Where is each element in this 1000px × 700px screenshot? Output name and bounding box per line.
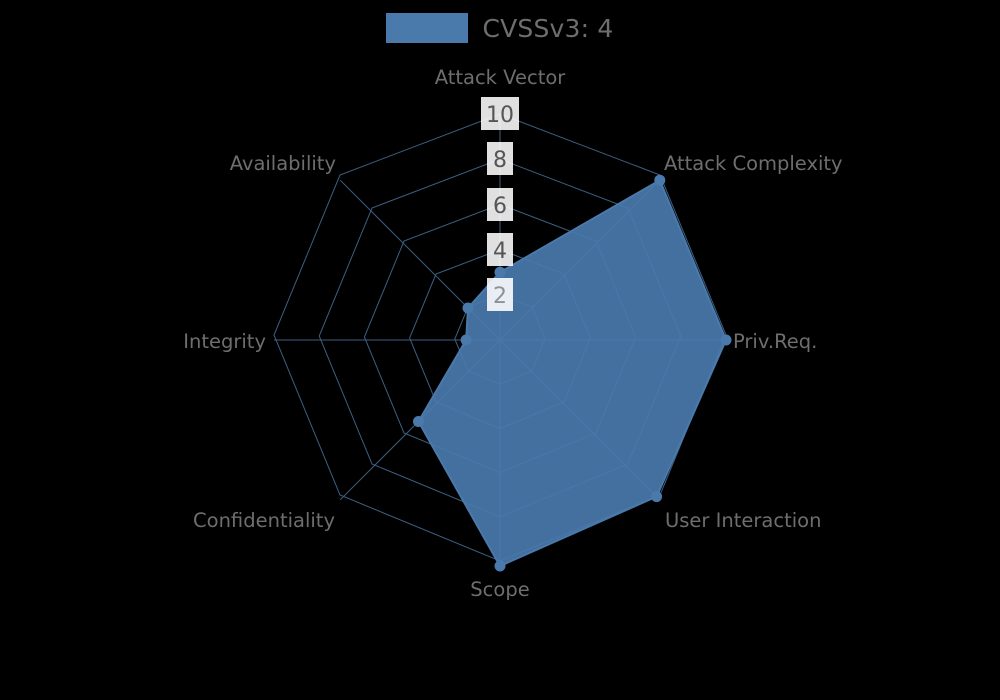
axis-label-confidentiality: Confidentiality: [193, 509, 335, 532]
axis-label-attack-complexity: Attack Complexity: [664, 152, 843, 175]
point-attack-vector: [494, 266, 506, 278]
axis-label-attack-vector: Attack Vector: [435, 66, 567, 89]
chart-canvas: 10 8 6 4 2 Attack Vector Attack Complexi…: [0, 0, 1000, 700]
axis-label-user-interaction: User Interaction: [665, 509, 821, 532]
tick-label-10: 10: [486, 103, 514, 128]
point-scope: [494, 560, 506, 572]
point-confidentiality: [413, 416, 424, 427]
tick-label-2: 2: [493, 284, 507, 309]
point-availability: [462, 302, 474, 314]
radar-chart: 10 8 6 4 2 Attack Vector Attack Complexi…: [183, 66, 843, 601]
tick-label-8: 8: [493, 148, 507, 173]
axis-label-priv-req: Priv.Req.: [733, 330, 817, 353]
point-attack-complexity: [654, 174, 666, 186]
point-priv-req: [720, 334, 732, 346]
point-integrity: [460, 334, 472, 346]
tick-label-6: 6: [493, 194, 507, 219]
tick-label-4: 4: [493, 239, 507, 264]
point-user-interaction: [651, 491, 663, 503]
axis-label-scope: Scope: [470, 578, 529, 601]
axis-label-availability: Availability: [230, 152, 336, 175]
axis-label-integrity: Integrity: [183, 330, 266, 353]
